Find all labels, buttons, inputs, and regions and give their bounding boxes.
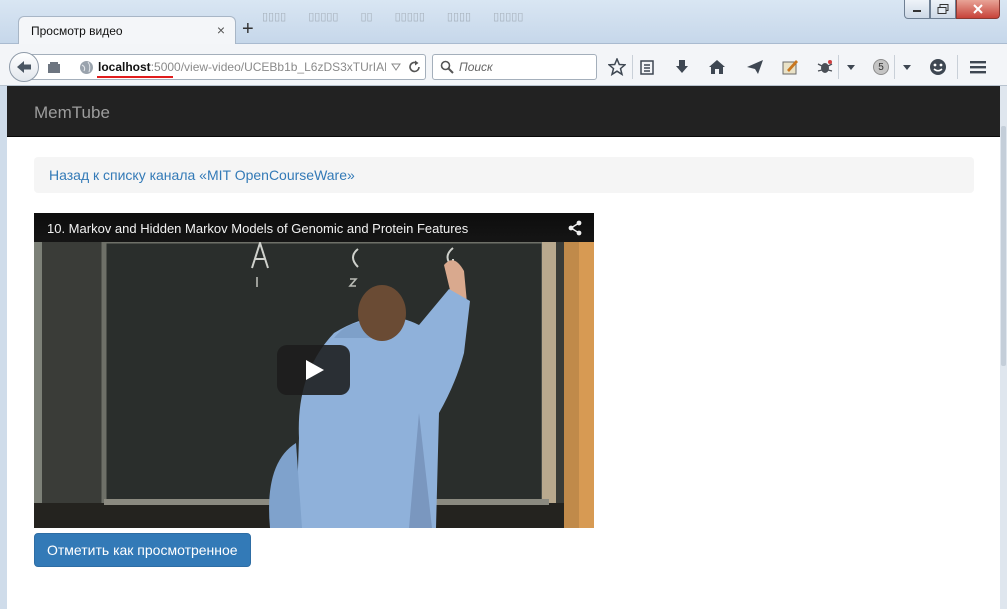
back-to-channel-link[interactable]: Назад к списку канала «MIT OpenCourseWar…	[49, 167, 355, 183]
video-player[interactable]: 10. Markov and Hidden Markov Models of G…	[34, 213, 594, 528]
window-scrollbar[interactable]	[1000, 86, 1007, 609]
globe-icon	[80, 61, 93, 74]
smiley-icon[interactable]	[928, 57, 948, 77]
download-icon[interactable]	[672, 57, 692, 77]
minimize-icon	[913, 10, 921, 12]
badge-icon[interactable]: 5	[871, 57, 891, 77]
tab-close-icon[interactable]: ×	[217, 23, 225, 37]
video-title-bar: 10. Markov and Hidden Markov Models of G…	[34, 213, 594, 242]
back-arrow-icon	[17, 61, 31, 73]
toolbar-separator	[632, 55, 633, 79]
send-icon[interactable]	[745, 57, 765, 77]
share-icon[interactable]	[567, 220, 583, 236]
toolbar-separator	[957, 55, 958, 79]
play-button[interactable]	[277, 345, 350, 395]
search-box[interactable]: Поиск	[432, 54, 597, 80]
chevron-down-icon[interactable]	[841, 57, 861, 77]
app-navbar: MemTube	[7, 86, 1000, 137]
close-icon	[973, 4, 983, 14]
bug-icon[interactable]	[815, 57, 835, 77]
edit-icon[interactable]	[780, 57, 800, 77]
maximize-button[interactable]	[930, 0, 956, 19]
tab-title: Просмотр видео	[31, 24, 123, 38]
url-host: localhost	[98, 60, 151, 74]
toolbar-separator	[838, 55, 839, 79]
minimize-button[interactable]	[904, 0, 930, 19]
url-path: :5000/view-video/UCEBb1b_L6zDS3xTUrIALZ(	[150, 60, 386, 74]
scrollbar-thumb[interactable]	[1001, 126, 1006, 366]
mark-watched-button[interactable]: Отметить как просмотренное	[34, 533, 251, 567]
restore-icon	[937, 4, 949, 14]
dropdown-icon[interactable]	[391, 62, 401, 72]
counter-badge: 5	[873, 59, 889, 75]
history-icon[interactable]	[47, 61, 61, 74]
back-button[interactable]	[9, 52, 39, 82]
play-icon	[305, 360, 324, 380]
window-controls	[904, 0, 1000, 20]
url-host-underline	[97, 76, 173, 78]
home-icon[interactable]	[707, 57, 727, 77]
star-icon[interactable]	[607, 57, 627, 77]
browser-toolbar: localhost:5000/view-video/UCEBb1b_L6zDS3…	[0, 44, 1007, 86]
breadcrumb: Назад к списку канала «MIT OpenCourseWar…	[34, 157, 974, 193]
search-input[interactable]: Поиск	[459, 60, 493, 74]
background-menu-ghost: ▯▯▯▯ ▯▯▯▯▯ ▯▯ ▯▯▯▯▯ ▯▯▯▯ ▯▯▯▯▯	[262, 11, 524, 23]
hamburger-menu-icon[interactable]	[968, 57, 988, 77]
new-tab-button[interactable]: +	[242, 19, 254, 39]
reading-list-icon[interactable]	[637, 57, 657, 77]
close-window-button[interactable]	[956, 0, 1000, 19]
brand-logo[interactable]: MemTube	[34, 103, 110, 123]
reload-icon[interactable]	[408, 60, 422, 74]
url-text: localhost:5000/view-video/UCEBb1b_L6zDS3…	[98, 60, 386, 74]
video-title[interactable]: 10. Markov and Hidden Markov Models of G…	[47, 221, 468, 236]
page-viewport: MemTube Назад к списку канала «MIT OpenC…	[7, 86, 1000, 609]
window-titlebar: ▯▯▯▯ ▯▯▯▯▯ ▯▯ ▯▯▯▯▯ ▯▯▯▯ ▯▯▯▯▯ Просмотр видео…	[0, 0, 1007, 45]
toolbar-separator	[894, 55, 895, 79]
browser-tab-active[interactable]: Просмотр видео ×	[18, 16, 236, 45]
search-icon	[440, 60, 454, 74]
chevron-down-icon[interactable]	[897, 57, 917, 77]
address-bar[interactable]: localhost:5000/view-video/UCEBb1b_L6zDS3…	[30, 54, 426, 80]
